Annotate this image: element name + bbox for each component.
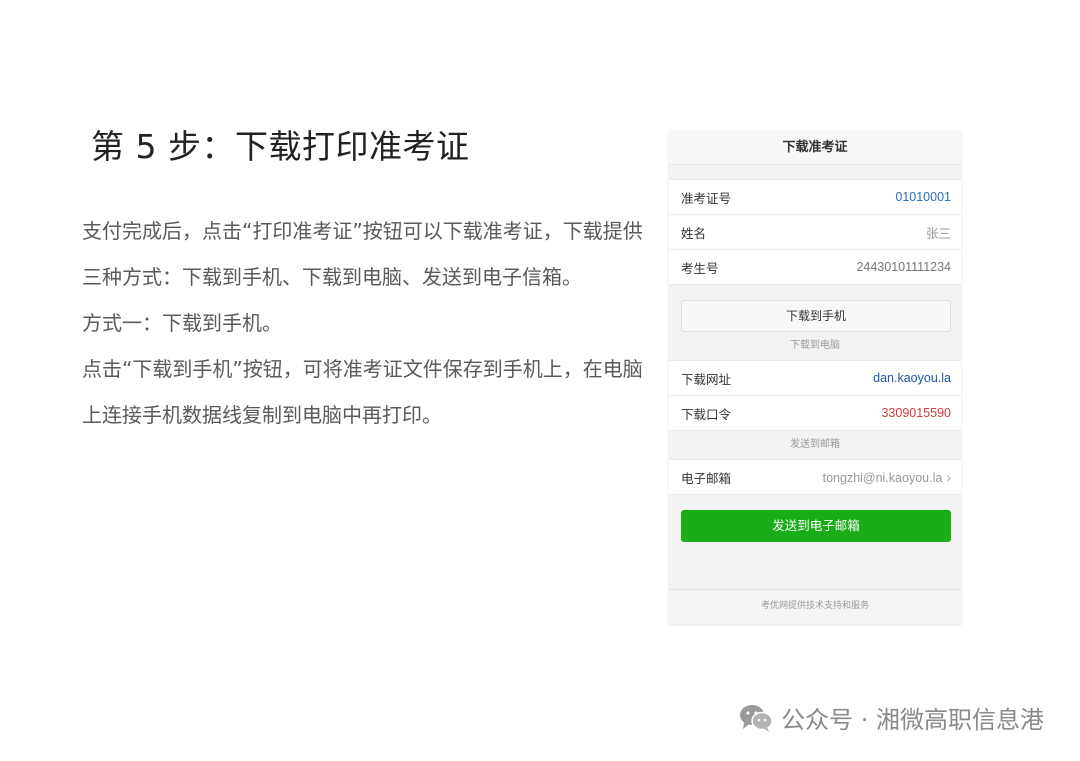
download-to-phone-button[interactable]: 下载到手机 — [681, 300, 951, 332]
send-to-email-label: 发送到邮箱 — [790, 439, 840, 450]
info-value: 24430101111234 — [856, 260, 951, 274]
chevron-right-icon: › — [946, 469, 951, 485]
download-code-value: 3309015590 — [881, 406, 951, 420]
paragraph-intro: 支付完成后，点击“打印准考证”按钮可以下载准考证，下载提供三种方式：下载到手机、… — [82, 219, 643, 289]
info-label: 考生号 — [681, 261, 719, 276]
pc-label: 下载网址 — [681, 372, 732, 387]
watermark-text: 公众号 · 湘微高职信息港 — [781, 706, 1044, 734]
download-to-pc-label: 下载到电脑 — [790, 340, 840, 351]
info-value: 张三 — [925, 226, 951, 241]
email-label: 电子邮箱 — [681, 471, 732, 486]
email-group: 电子邮箱 tongzhi@ni.kaoyou.la › — [669, 459, 961, 495]
pc-label: 下载口令 — [681, 407, 732, 422]
email-value: tongzhi@ni.kaoyou.la — [822, 471, 943, 485]
info-label: 姓名 — [681, 226, 707, 241]
pc-row-download-code: 下载口令 3309015590 — [669, 395, 961, 430]
pc-row-download-url[interactable]: 下载网址 dan.kaoyou.la — [669, 361, 961, 395]
wechat-icon — [740, 704, 773, 732]
watermark: 公众号 · 湘微高职信息港 — [739, 700, 1044, 735]
candidate-info-group: 准考证号 01010001 姓名 张三 考生号 24430101111234 — [669, 179, 961, 285]
email-row[interactable]: 电子邮箱 tongzhi@ni.kaoyou.la › — [669, 460, 961, 494]
info-row-exam-number: 考生号 24430101111234 — [669, 249, 961, 284]
info-row-admission-number: 准考证号 01010001 — [669, 180, 961, 214]
info-row-name: 姓名 张三 — [669, 214, 961, 249]
article-body: 支付完成后，点击“打印准考证”按钮可以下载准考证，下载提供三种方式：下载到手机、… — [82, 208, 660, 438]
pc-download-group: 下载网址 dan.kaoyou.la 下载口令 3309015590 — [669, 360, 961, 431]
phone-screenshot: 下载准考证 准考证号 01010001 姓名 张三 考生号 2443010111… — [669, 130, 961, 624]
info-label: 准考证号 — [681, 191, 732, 206]
step-title: 第 5 步：下载打印准考证 — [91, 127, 470, 166]
paragraph-method-one-detail: 点击“下载到手机”按钮，可将准考证文件保存到手机上，在电脑上连接手机数据线复制到… — [82, 357, 643, 427]
phone-footer: 考优网提供技术支持和服务 — [669, 589, 961, 624]
download-url-link[interactable]: dan.kaoyou.la — [873, 371, 951, 385]
send-email-button[interactable]: 发送到电子邮箱 — [681, 510, 951, 542]
paragraph-method-one: 方式一：下载到手机。 — [82, 311, 282, 335]
phone-header-title: 下载准考证 — [669, 130, 961, 165]
info-value: 01010001 — [895, 190, 951, 204]
